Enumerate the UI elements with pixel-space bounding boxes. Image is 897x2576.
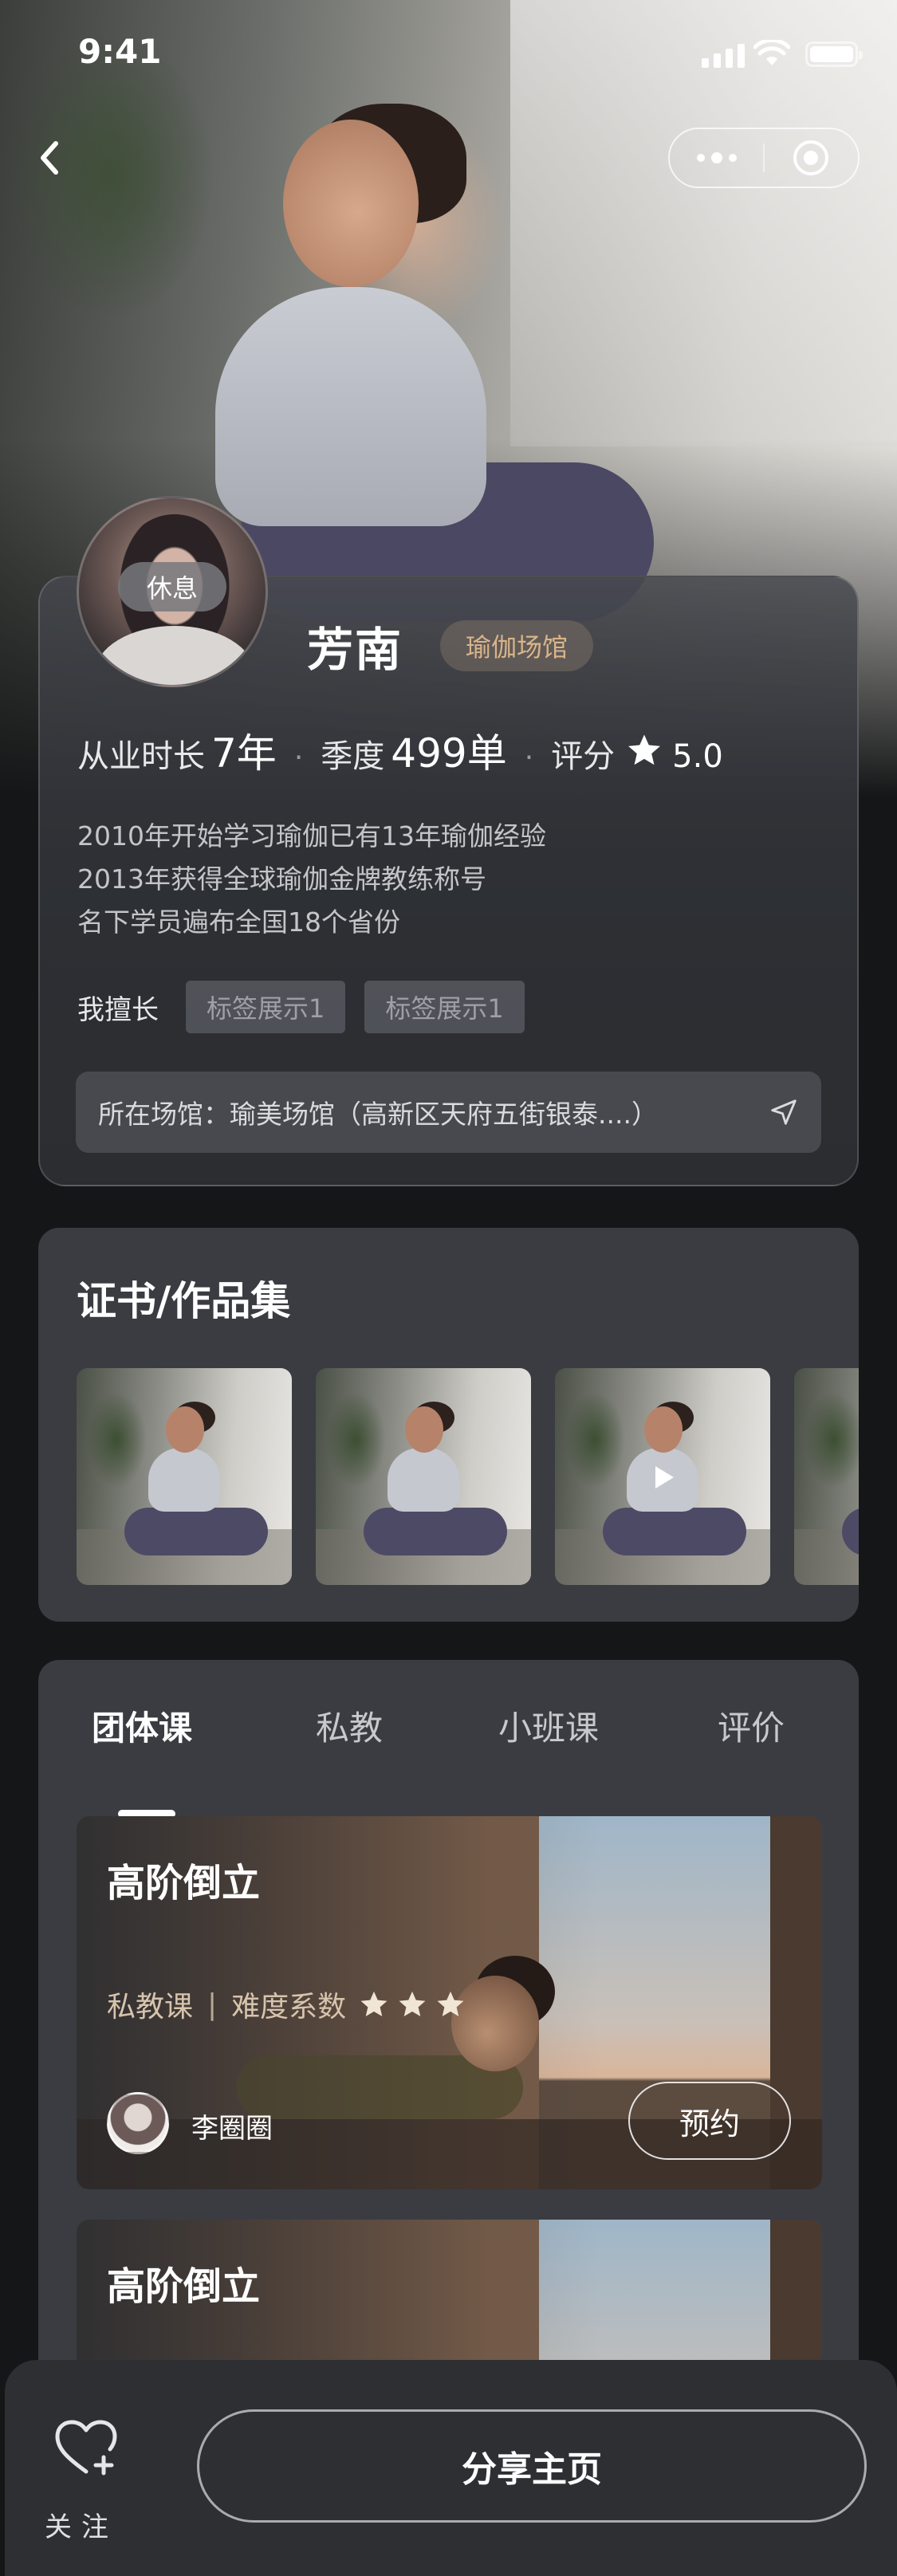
bio-line: 2013年获得全球瑜伽金牌教练称号 — [77, 863, 486, 895]
wifi-icon — [753, 40, 790, 65]
follow-label: 关注 — [45, 2511, 118, 2543]
navigation-arrow-icon[interactable] — [769, 1097, 799, 1127]
section-title: 证书/作品集 — [77, 1278, 291, 1324]
back-button[interactable] — [29, 134, 69, 182]
skills-row: 我擅长 标签展示1 标签展示1 — [77, 981, 544, 1033]
season-value: 499单 — [391, 730, 507, 777]
course-meta: 私教课 | 难度系数 — [107, 1984, 466, 2025]
star-icon — [399, 1991, 426, 2017]
stats-separator: · — [524, 741, 534, 774]
heart-plus-icon — [55, 2420, 117, 2476]
tab-private-coaching[interactable]: 私教 — [316, 1701, 383, 1750]
miniprogram-capsule — [668, 128, 860, 188]
close-target-icon[interactable] — [765, 129, 858, 187]
bio-line: 名下学员遍布全国18个省份 — [77, 907, 400, 938]
gallery-thumbnail[interactable] — [794, 1368, 859, 1585]
course-title: 高阶倒立 — [107, 1861, 261, 1905]
difficulty-label: 难度系数 — [231, 1991, 347, 2023]
battery-icon — [805, 41, 863, 67]
tab-group-class[interactable]: 团体课 — [92, 1701, 192, 1750]
course-tabs: 团体课 私教 小班课 评价 — [38, 1701, 859, 1818]
status-time: 9:41 — [78, 32, 162, 71]
course-title: 高阶倒立 — [107, 2264, 261, 2309]
more-icon[interactable] — [670, 129, 763, 187]
status-badge: 休息 — [118, 562, 226, 612]
skill-tag: 标签展示1 — [186, 981, 346, 1033]
certificate-gallery[interactable] — [77, 1368, 859, 1585]
book-button[interactable]: 预约 — [628, 2082, 791, 2160]
venue-address-text: 所在场馆：瑜美场馆（高新区天府五街银泰....） — [98, 1099, 658, 1130]
gallery-thumbnail-video[interactable] — [555, 1368, 770, 1585]
stats-separator: · — [293, 741, 304, 774]
hero-figure-body — [215, 287, 486, 526]
star-icon — [437, 1991, 464, 2017]
gallery-thumbnail[interactable] — [77, 1368, 292, 1585]
bottom-action-bar: 关注 分享主页 — [5, 2360, 897, 2576]
stats-row: 从业时长 7年 · 季度 499单 · 评分 5.0 — [77, 722, 723, 779]
signal-icon — [702, 44, 745, 68]
experience-label: 从业时长 — [77, 738, 205, 775]
skills-label: 我擅长 — [77, 993, 159, 1026]
coach-name: 芳南 — [307, 623, 403, 677]
bio-line: 2010年开始学习瑜伽已有13年瑜伽经验 — [77, 820, 546, 851]
experience-value: 7年 — [211, 730, 277, 777]
course-item[interactable]: 高阶倒立 私教课 | 难度系数 李圈圈 预约 — [77, 1816, 822, 2189]
course-type: 私教课 — [107, 1991, 194, 2023]
rating-label: 评分 — [551, 738, 616, 775]
star-icon — [360, 1991, 388, 2017]
season-label: 季度 — [321, 738, 385, 775]
venue-address-bar[interactable]: 所在场馆：瑜美场馆（高新区天府五街银泰....） — [76, 1072, 821, 1153]
teacher-avatar — [107, 2092, 169, 2154]
certificates-card: 证书/作品集 — [38, 1228, 859, 1622]
gallery-thumbnail[interactable] — [316, 1368, 531, 1585]
status-bar: 9:41 — [0, 0, 897, 104]
hero-figure-head — [283, 120, 419, 287]
tab-small-class[interactable]: 小班课 — [498, 1701, 599, 1750]
venue-type-tag: 瑜伽场馆 — [440, 620, 593, 671]
skill-tag: 标签展示1 — [364, 981, 525, 1033]
difficulty-stars — [359, 1989, 466, 2020]
tab-reviews[interactable]: 评价 — [718, 1701, 785, 1750]
rating-value: 5.0 — [672, 738, 723, 775]
teacher-name: 李圈圈 — [191, 2113, 273, 2145]
coach-bio: 2010年开始学习瑜伽已有13年瑜伽经验 2013年获得全球瑜伽金牌教练称号 名… — [77, 815, 546, 944]
star-icon — [628, 734, 661, 765]
play-icon — [655, 1466, 674, 1489]
meta-separator: | — [207, 1988, 218, 2021]
follow-button[interactable]: 关注 — [45, 2416, 132, 2543]
share-homepage-button[interactable]: 分享主页 — [197, 2409, 867, 2523]
